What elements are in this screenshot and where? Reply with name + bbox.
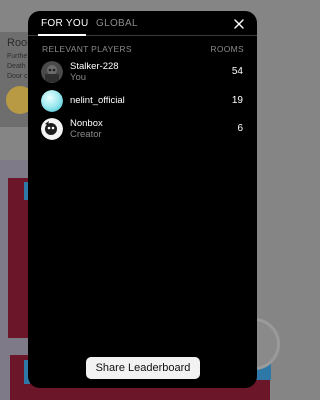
room-info-line: Door c xyxy=(7,73,28,80)
map-wall xyxy=(8,178,30,338)
share-leaderboard-button[interactable]: Share Leaderboard xyxy=(86,357,200,379)
player-name: nelint_official xyxy=(70,95,125,106)
nonbox-avatar xyxy=(41,118,63,140)
player-rooms-count: 19 xyxy=(231,95,243,106)
close-icon[interactable] xyxy=(232,17,246,31)
player-name: Stalker-228 xyxy=(70,61,119,72)
player-row[interactable]: Stalker-228 You 54 xyxy=(28,61,257,85)
player-rooms-count: 6 xyxy=(237,123,243,134)
tab-for-you[interactable]: FOR YOU xyxy=(41,18,88,29)
player-subtitle: Creator xyxy=(70,129,102,140)
active-tab-indicator xyxy=(38,34,86,36)
leaderboard-modal: FOR YOU GLOBAL RELEVANT PLAYERS ROOMS St… xyxy=(28,11,257,388)
column-header-players: RELEVANT PLAYERS xyxy=(42,44,132,54)
room-info-line: Furthe xyxy=(7,53,28,60)
player-name: Nonbox xyxy=(70,118,103,129)
player-row[interactable]: nelint_official 19 xyxy=(28,90,257,114)
nelint-avatar xyxy=(41,90,63,112)
leaderboard-tabs: FOR YOU GLOBAL xyxy=(28,11,257,36)
tab-global[interactable]: GLOBAL xyxy=(96,18,138,29)
player-rooms-count: 54 xyxy=(231,66,243,77)
room-info-line: Death xyxy=(7,63,26,70)
player-subtitle: You xyxy=(70,72,87,83)
stalker-avatar xyxy=(41,61,63,83)
player-row[interactable]: Nonbox Creator 6 xyxy=(28,118,257,142)
column-header-rooms: ROOMS xyxy=(210,44,244,54)
